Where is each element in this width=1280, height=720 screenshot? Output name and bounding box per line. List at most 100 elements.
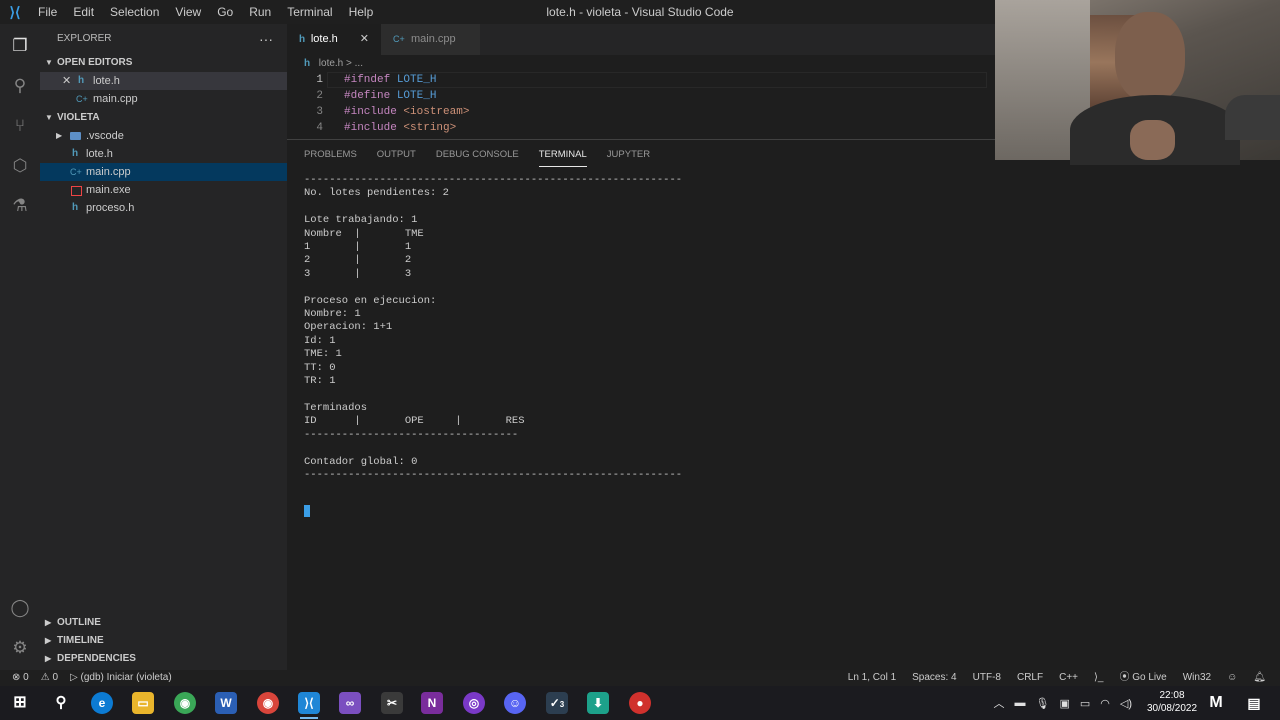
vscode-taskbar-icon[interactable]: ⟩⟨ (298, 692, 320, 714)
clock-date: 30/08/2022 (1146, 703, 1198, 714)
executable-file-icon (71, 186, 82, 196)
menu-go[interactable]: Go (209, 0, 241, 24)
checklist-icon[interactable]: ✓3 (546, 692, 568, 714)
windows-start-icon[interactable]: ⊞ (9, 692, 31, 714)
github-desktop-icon[interactable]: ◎ (463, 692, 485, 714)
language-mode[interactable]: C++ (1059, 670, 1078, 686)
errors-count[interactable]: ⊗ 0 (12, 670, 29, 686)
menu-file[interactable]: File (30, 0, 65, 24)
directive: #include (344, 106, 397, 118)
broadcast-icon: ⦿ (1119, 672, 1133, 683)
volume-icon[interactable]: ◁) (1120, 697, 1132, 710)
file-explorer-icon[interactable]: ▭ (132, 692, 154, 714)
outline-section[interactable]: ▶ OUTLINE (40, 614, 287, 632)
menu-edit[interactable]: Edit (65, 0, 102, 24)
active-app-indicator (300, 717, 318, 719)
tree-item-main-exe[interactable]: main.exe (40, 181, 287, 199)
open-editor-item-lote[interactable]: ✕ h lote.h (40, 72, 287, 90)
testing-icon[interactable]: ⚗ (8, 194, 32, 218)
timeline-section[interactable]: ▶ TIMELINE (40, 632, 287, 650)
search-icon[interactable]: ⚲ (8, 74, 32, 98)
outline-header: ▶ OUTLINE (40, 614, 287, 632)
go-live-button[interactable]: ⦿ Go Live (1119, 670, 1166, 686)
menu-terminal[interactable]: Terminal (279, 0, 340, 24)
breadcrumb-file[interactable]: lote.h (319, 58, 343, 69)
chrome-profile-icon[interactable]: ◉ (257, 692, 279, 714)
tree-item-lote[interactable]: h lote.h (40, 145, 287, 163)
tab-debug-console[interactable]: DEBUG CONSOLE (436, 144, 519, 166)
close-icon[interactable]: ✕ (62, 72, 71, 90)
tab-label: lote.h (310, 33, 338, 45)
tab-label: main.cpp (411, 33, 456, 45)
account-icon[interactable]: ◯ (8, 596, 32, 620)
menu-run[interactable]: Run (241, 0, 279, 24)
onenote-icon[interactable]: N (421, 692, 443, 714)
debug-config[interactable]: ▷ (gdb) Iniciar (violeta) (70, 670, 172, 686)
badge-count: 3 (559, 700, 565, 709)
visual-studio-icon[interactable]: ∞ (339, 692, 361, 714)
tab-main-cpp[interactable]: C+ main.cpp (381, 24, 480, 55)
menu-help[interactable]: Help (341, 0, 382, 24)
snipping-tool-icon[interactable]: ✂ (381, 692, 403, 714)
tab-lote-h[interactable]: h lote.h ✕ (287, 24, 381, 55)
line-ending[interactable]: CRLF (1017, 670, 1043, 686)
open-editors-header[interactable]: ▼ OPEN EDITORS (40, 54, 287, 72)
word-icon[interactable]: W (215, 692, 237, 714)
tree-item-vscode[interactable]: ▶ .vscode (40, 127, 287, 145)
tree-item-main-cpp[interactable]: C+ main.cpp (40, 163, 287, 181)
tab-jupyter[interactable]: JUPYTER (607, 144, 650, 166)
battery-icon[interactable]: ▭ (1080, 697, 1090, 710)
explorer-title: EXPLORER ··· (40, 24, 287, 54)
camera-icon[interactable]: ▣ (1059, 697, 1069, 710)
tray-chevron-up-icon[interactable]: ︿ (993, 695, 1004, 711)
folder-header[interactable]: ▼ VIOLETA (40, 109, 287, 127)
open-editor-item-main[interactable]: C+ main.cpp (40, 90, 287, 108)
tab-problems[interactable]: PROBLEMS (304, 144, 357, 166)
search-icon[interactable]: ⚲ (50, 692, 72, 714)
line-number: 2 (316, 90, 323, 102)
indentation[interactable]: Spaces: 4 (912, 670, 956, 686)
explorer-icon[interactable]: ❐ (8, 34, 32, 58)
directive: #include (344, 122, 397, 134)
tree-item-proceso[interactable]: h proceso.h (40, 199, 287, 217)
gmail-style-icon[interactable]: M (1205, 692, 1227, 714)
tray-app-icon[interactable]: ▬ (1014, 697, 1025, 709)
code-editor[interactable]: 1 #ifndef LOTE_H 2 #define LOTE_H 3 #inc… (287, 72, 987, 136)
system-clock[interactable]: 22:08 30/08/2022 (1142, 689, 1202, 715)
encoding[interactable]: UTF-8 (973, 670, 1001, 686)
red-app-icon[interactable]: ● (629, 692, 651, 714)
microphone-icon[interactable]: 🎙︎ (1035, 697, 1049, 710)
dependencies-section[interactable]: ▶ DEPENDENCIES (40, 650, 287, 668)
chevron-right-icon: ▶ (45, 636, 52, 645)
notifications-icon[interactable]: 🔔︎ (1253, 670, 1266, 686)
download-app-icon[interactable]: ⬇ (587, 692, 609, 714)
menu-selection[interactable]: Selection (102, 0, 167, 24)
line-number: 3 (316, 106, 323, 118)
breadcrumb-symbol[interactable]: ... (355, 58, 363, 69)
platform[interactable]: Win32 (1183, 670, 1211, 686)
chevron-down-icon: ▼ (45, 113, 53, 122)
notification-center-icon[interactable]: ▤ (1243, 692, 1265, 714)
source-control-icon[interactable]: ⑂ (8, 114, 32, 138)
timeline-header: ▶ TIMELINE (40, 632, 287, 650)
warnings-count[interactable]: ⚠ 0 (41, 670, 58, 686)
edge-icon[interactable]: e (91, 692, 113, 714)
background-object (1225, 95, 1280, 140)
chrome-icon[interactable]: ◉ (174, 692, 196, 714)
person-head (1115, 12, 1185, 102)
code-line: 2 #define LOTE_H (287, 88, 987, 104)
person-hand (1130, 120, 1175, 160)
manage-icon[interactable]: ⚙ (8, 636, 32, 660)
wifi-icon[interactable]: ◠ (1100, 697, 1110, 710)
terminal-output[interactable]: ----------------------------------------… (304, 174, 682, 482)
tab-terminal[interactable]: TERMINAL (538, 144, 587, 167)
terminal-icon[interactable]: ⟩_ (1094, 670, 1103, 686)
menu-view[interactable]: View (167, 0, 209, 24)
close-icon[interactable]: ✕ (360, 24, 369, 55)
tab-output[interactable]: OUTPUT (377, 144, 416, 166)
more-actions-icon[interactable]: ··· (259, 24, 273, 54)
discord-icon[interactable]: ☺ (504, 692, 526, 714)
cursor-position[interactable]: Ln 1, Col 1 (848, 670, 896, 686)
extensions-icon[interactable]: ⬡ (8, 154, 32, 178)
feedback-icon[interactable]: ☺ (1227, 670, 1237, 686)
